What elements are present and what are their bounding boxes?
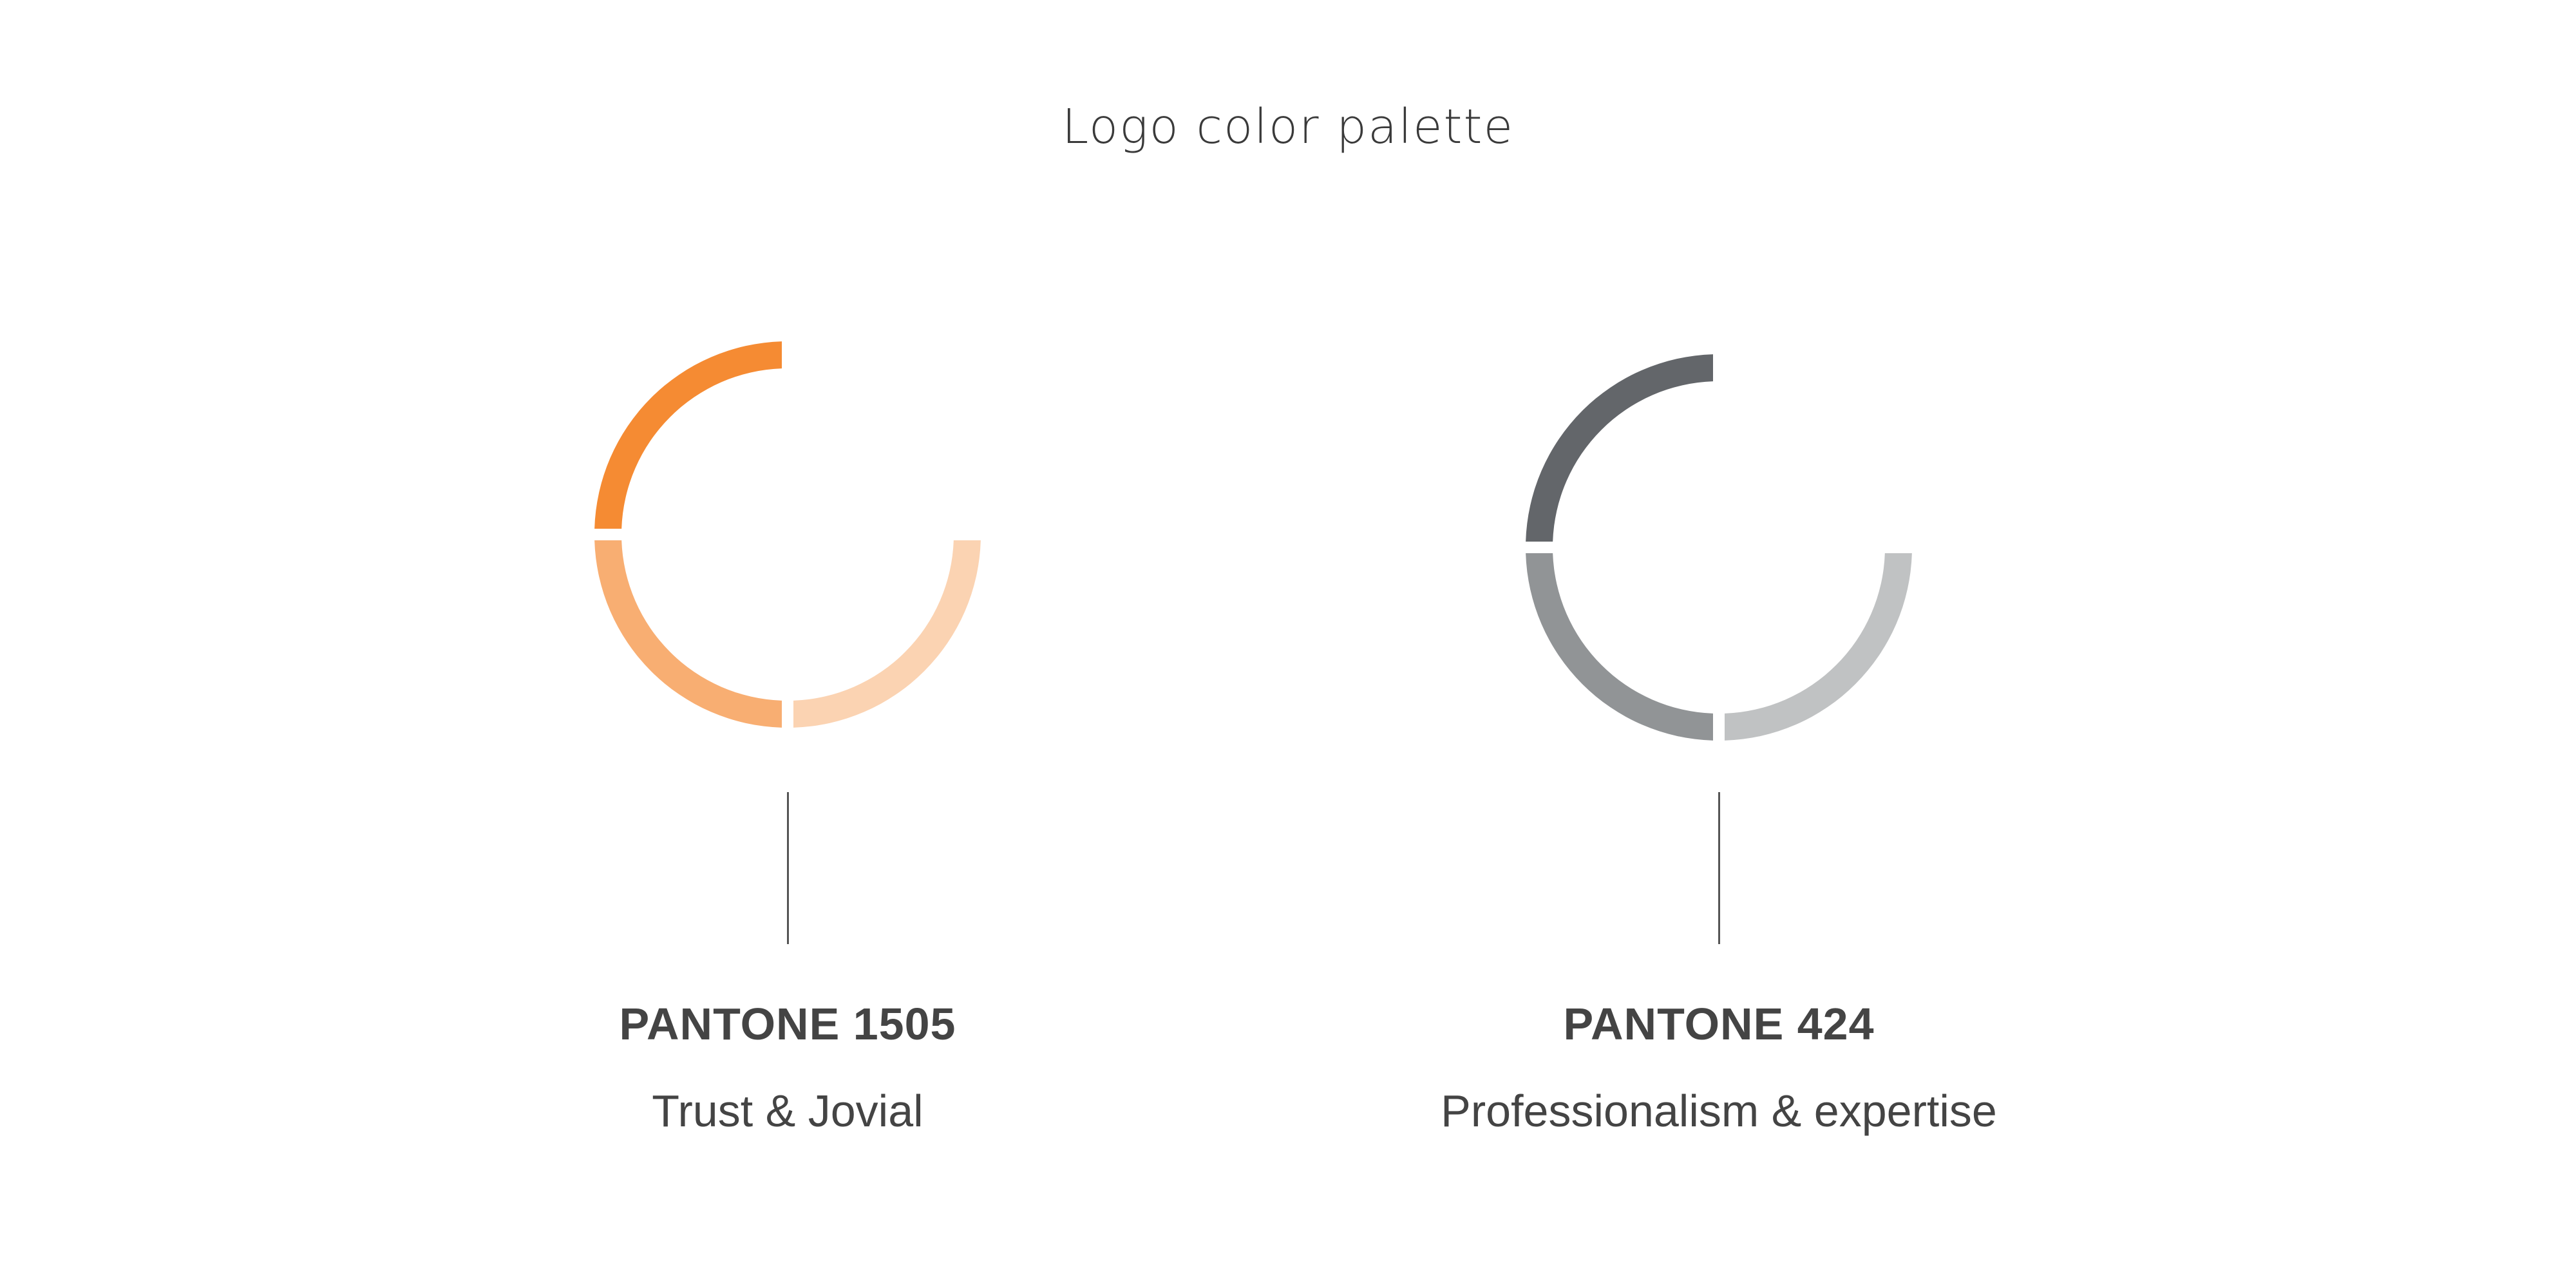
gray-logo-mark-icon [1397, 0, 2041, 773]
pantone-name: PANTONE 424 [1563, 999, 1875, 1049]
logo-arc-top-left [1526, 354, 1713, 542]
pantone-name: PANTONE 1505 [619, 999, 956, 1049]
palette-pantone-424: PANTONE 424 Professionalism & expertise [1397, 0, 2041, 1288]
pantone-description: Trust & Jovial [652, 1086, 923, 1136]
logo-arc-bottom-left [594, 540, 782, 728]
leader-line [1718, 792, 1720, 944]
leader-line [787, 792, 789, 944]
pantone-description: Professionalism & expertise [1441, 1086, 1997, 1136]
logo-arc-bottom-right [1725, 553, 1912, 741]
palette-pantone-1505: PANTONE 1505 Trust & Jovial [466, 0, 1110, 1288]
page-title: Logo color palette [1061, 99, 1515, 155]
orange-logo-mark-icon [466, 0, 1110, 773]
logo-arc-bottom-right [793, 540, 981, 728]
logo-arc-top-left [594, 341, 782, 529]
logo-arc-bottom-left [1526, 553, 1713, 741]
